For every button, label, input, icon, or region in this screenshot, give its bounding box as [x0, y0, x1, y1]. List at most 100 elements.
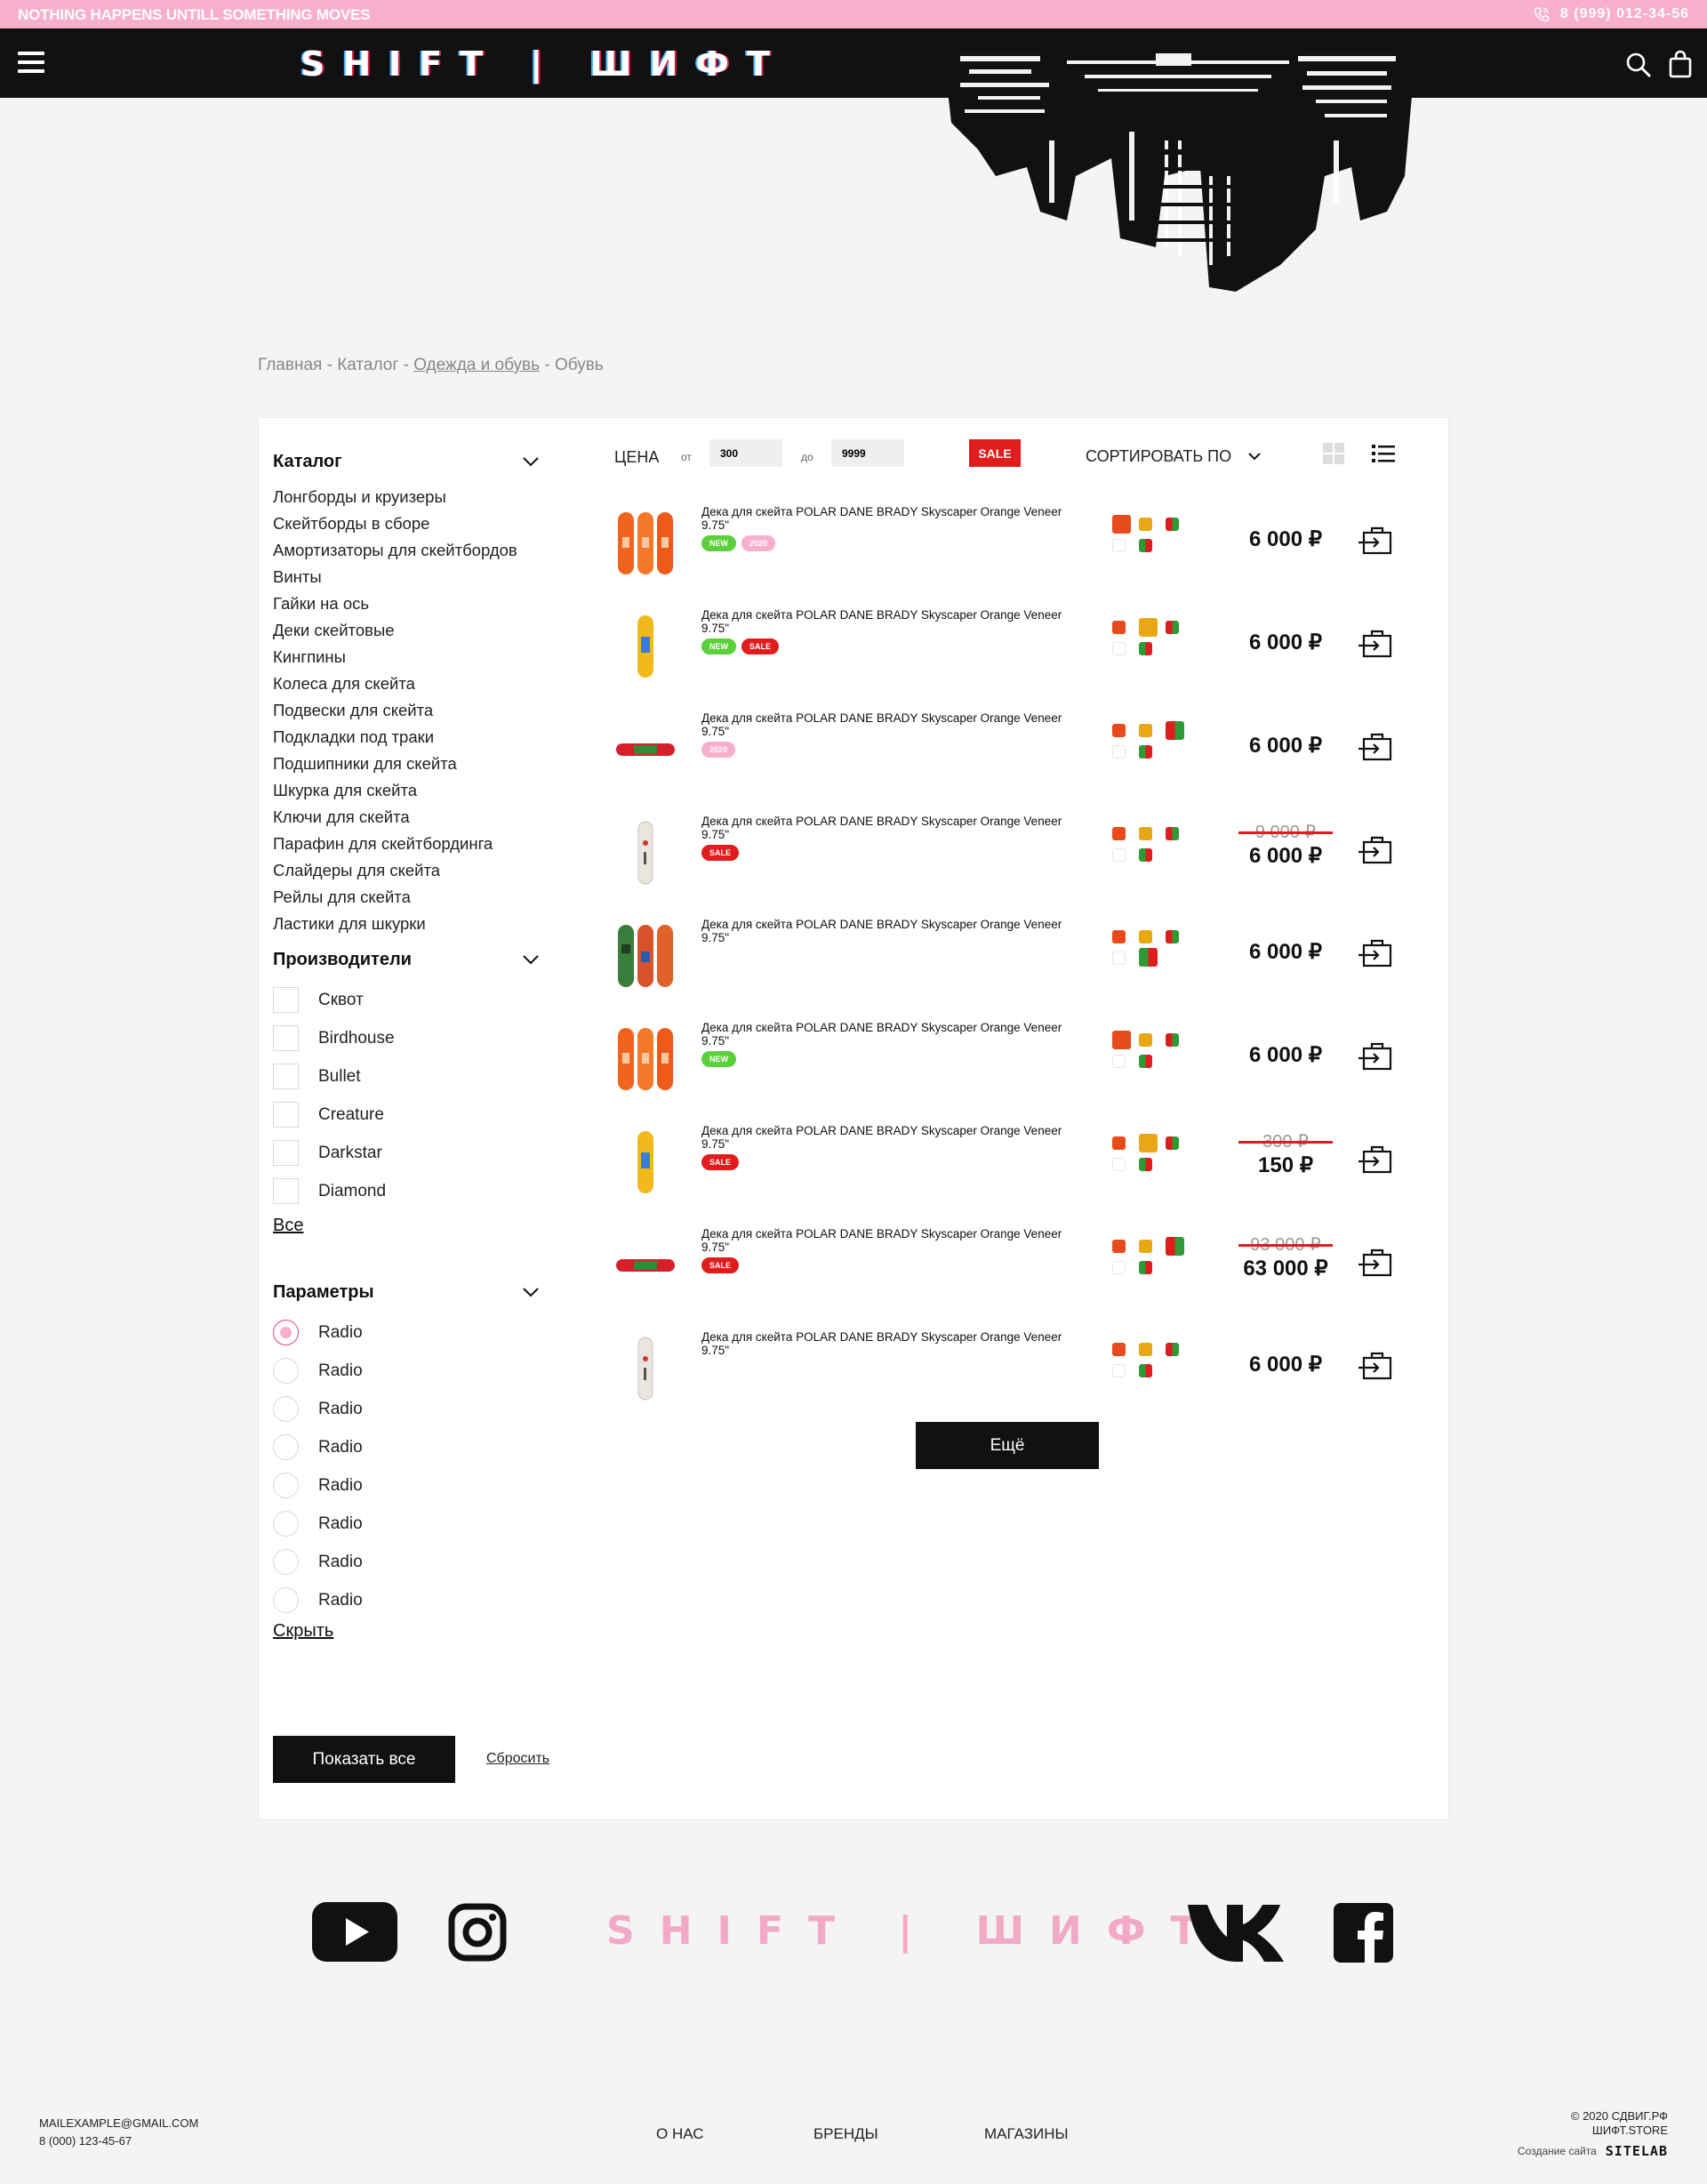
category-link[interactable]: Гайки на ось: [273, 590, 540, 617]
swatch-white[interactable]: [1112, 1055, 1126, 1068]
add-to-cart-icon[interactable]: [1358, 731, 1394, 763]
category-link[interactable]: Лонгборды и круизеры: [273, 484, 540, 510]
params-toggle[interactable]: Параметры: [273, 1279, 540, 1305]
checkbox-box[interactable]: [273, 1102, 299, 1128]
param-radio[interactable]: Radio: [273, 1390, 540, 1428]
category-link[interactable]: Колеса для скейта: [273, 670, 540, 697]
list-view-icon[interactable]: [1372, 443, 1395, 464]
swatch-yellow[interactable]: [1139, 827, 1152, 840]
swatch-red-green[interactable]: [1166, 518, 1179, 531]
category-link[interactable]: Шкурка для скейта: [273, 777, 540, 804]
swatch-orange[interactable]: [1112, 1240, 1126, 1253]
product-image[interactable]: [614, 1126, 677, 1199]
category-link[interactable]: Подшипники для скейта: [273, 751, 540, 777]
category-link[interactable]: Амортизаторы для скейтбордов: [273, 537, 540, 564]
checkbox-box[interactable]: [273, 987, 299, 1013]
grid-view-icon[interactable]: [1323, 443, 1344, 464]
made-by[interactable]: Создание сайта SITELAB: [1518, 2143, 1668, 2159]
radio-circle[interactable]: [273, 1320, 299, 1345]
swatch-yellow[interactable]: [1139, 618, 1158, 637]
checkbox-box[interactable]: [273, 1025, 299, 1051]
swatch-orange[interactable]: [1112, 1343, 1126, 1356]
swatch-red-green[interactable]: [1166, 621, 1179, 634]
product-name[interactable]: Дека для скейта POLAR DANE BRADY Skyscap…: [701, 1124, 1075, 1151]
footer-phone[interactable]: 8 (000) 123-45-67: [39, 2134, 132, 2148]
swatch-green-red[interactable]: [1139, 948, 1158, 967]
add-to-cart-icon[interactable]: [1358, 525, 1394, 557]
add-to-cart-icon[interactable]: [1358, 1040, 1394, 1072]
product-image[interactable]: [614, 507, 677, 580]
checkbox-box[interactable]: [273, 1178, 299, 1204]
swatch-orange[interactable]: [1112, 1031, 1131, 1049]
swatch-white[interactable]: [1112, 1261, 1126, 1274]
swatch-orange[interactable]: [1112, 827, 1126, 840]
swatch-green-red[interactable]: [1139, 848, 1152, 862]
price-from-input[interactable]: [709, 439, 782, 467]
breadcrumb-catalog[interactable]: Каталог: [337, 356, 398, 374]
category-link[interactable]: Винты: [273, 564, 540, 590]
footer-nav-stores[interactable]: МАГАЗИНЫ: [984, 2125, 1069, 2143]
swatch-orange[interactable]: [1112, 930, 1126, 943]
youtube-icon[interactable]: [312, 1902, 397, 1962]
footer-email[interactable]: MAILEXAMPLE@GMAIL.COM: [39, 2116, 198, 2130]
param-radio[interactable]: Radio: [273, 1352, 540, 1390]
add-to-cart-icon[interactable]: [1358, 1247, 1394, 1279]
product-name[interactable]: Дека для скейта POLAR DANE BRADY Skyscap…: [701, 608, 1075, 635]
swatch-white[interactable]: [1112, 848, 1126, 862]
swatch-red-green[interactable]: [1166, 827, 1179, 840]
swatch-orange[interactable]: [1112, 515, 1131, 534]
footer-nav-brands[interactable]: БРЕНДЫ: [813, 2125, 878, 2143]
param-radio[interactable]: Radio: [273, 1313, 540, 1352]
manufacturer-checkbox[interactable]: Сквот: [273, 981, 540, 1019]
facebook-icon[interactable]: [1334, 1903, 1393, 1963]
show-all-button[interactable]: Показать все: [273, 1736, 455, 1783]
manufacturer-checkbox[interactable]: Diamond: [273, 1172, 540, 1210]
swatch-red-green[interactable]: [1166, 721, 1184, 740]
manufacturer-checkbox[interactable]: Birdhouse: [273, 1019, 540, 1057]
add-to-cart-icon[interactable]: [1358, 834, 1394, 866]
price-to-input[interactable]: [831, 439, 904, 467]
category-link[interactable]: Слайдеры для скейта: [273, 857, 540, 884]
category-link[interactable]: Ластики для шкурки: [273, 911, 540, 937]
swatch-red-green[interactable]: [1166, 1136, 1179, 1150]
radio-circle[interactable]: [273, 1511, 299, 1537]
add-to-cart-icon[interactable]: [1358, 937, 1394, 969]
swatch-white[interactable]: [1112, 539, 1126, 552]
instagram-icon[interactable]: [448, 1903, 507, 1962]
product-name[interactable]: Дека для скейта POLAR DANE BRADY Skyscap…: [701, 1227, 1075, 1254]
product-image[interactable]: [614, 713, 677, 786]
param-radio[interactable]: Radio: [273, 1505, 540, 1543]
swatch-yellow[interactable]: [1139, 724, 1152, 737]
checkbox-box[interactable]: [273, 1064, 299, 1089]
param-radio[interactable]: Radio: [273, 1466, 540, 1505]
manufacturers-toggle[interactable]: Производители: [273, 946, 540, 973]
manufacturer-checkbox[interactable]: Bullet: [273, 1057, 540, 1096]
swatch-green-red[interactable]: [1139, 1261, 1152, 1274]
sort-dropdown[interactable]: СОРТИРОВАТЬ ПО: [1086, 447, 1262, 466]
add-to-cart-icon[interactable]: [1358, 1144, 1394, 1176]
radio-circle[interactable]: [273, 1358, 299, 1384]
swatch-green-red[interactable]: [1139, 642, 1152, 655]
search-icon[interactable]: [1625, 52, 1652, 78]
hide-params-link[interactable]: Скрыть: [273, 1621, 333, 1642]
param-radio[interactable]: Radio: [273, 1543, 540, 1581]
swatch-green-red[interactable]: [1139, 745, 1152, 759]
swatch-white[interactable]: [1112, 642, 1126, 655]
swatch-orange[interactable]: [1112, 1136, 1126, 1150]
swatch-green-red[interactable]: [1139, 1364, 1152, 1377]
swatch-white[interactable]: [1112, 1364, 1126, 1377]
category-link[interactable]: Деки скейтовые: [273, 617, 540, 644]
category-link[interactable]: Кингпины: [273, 644, 540, 670]
radio-circle[interactable]: [273, 1396, 299, 1422]
swatch-green-red[interactable]: [1139, 539, 1152, 552]
product-image[interactable]: [614, 919, 677, 992]
product-name[interactable]: Дека для скейта POLAR DANE BRADY Skyscap…: [701, 505, 1075, 532]
category-link[interactable]: Подвески для скейта: [273, 697, 540, 724]
product-name[interactable]: Дека для скейта POLAR DANE BRADY Skyscap…: [701, 1021, 1075, 1048]
sale-filter-button[interactable]: SALE: [969, 439, 1021, 467]
vk-icon[interactable]: [1188, 1903, 1284, 1962]
product-image[interactable]: [614, 1229, 677, 1302]
swatch-white[interactable]: [1112, 951, 1126, 965]
menu-icon[interactable]: [18, 52, 44, 73]
swatch-yellow[interactable]: [1139, 1134, 1158, 1152]
